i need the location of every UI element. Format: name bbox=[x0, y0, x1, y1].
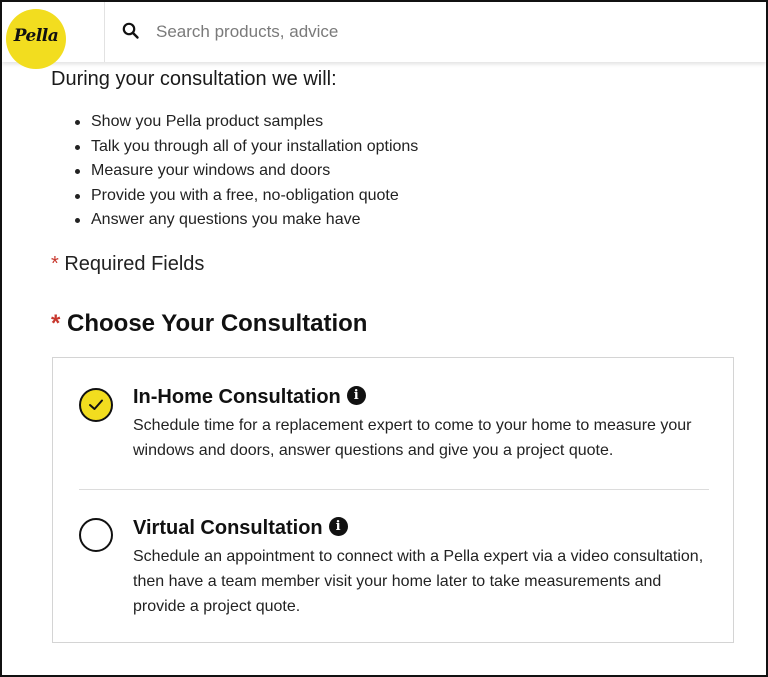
page-frame: Pella During your consultation we will: … bbox=[0, 0, 768, 677]
required-fields-note: * Required Fields bbox=[51, 253, 204, 276]
site-header: Pella bbox=[2, 2, 766, 69]
checkmark-icon bbox=[89, 399, 103, 410]
choose-consultation-label: Choose Your Consultation bbox=[67, 310, 368, 337]
search-icon[interactable] bbox=[121, 21, 141, 41]
in-home-consultation-option[interactable]: In-Home Consultation i Schedule time for … bbox=[53, 358, 733, 489]
logo-wordmark: Pella bbox=[13, 26, 59, 46]
list-item: Show you Pella product samples bbox=[75, 110, 418, 135]
logo-area[interactable]: Pella bbox=[2, 2, 105, 69]
search-input[interactable] bbox=[150, 16, 722, 48]
option-title-text: Virtual Consultation bbox=[133, 517, 323, 539]
required-asterisk: * bbox=[51, 253, 59, 275]
virtual-radio-button[interactable] bbox=[79, 518, 113, 552]
info-icon[interactable]: i bbox=[328, 517, 348, 537]
in-home-radio-button[interactable] bbox=[79, 388, 113, 422]
consultation-intro-heading: During your consultation we will: bbox=[51, 68, 337, 90]
required-asterisk: * bbox=[51, 310, 61, 337]
list-item: Talk you through all of your installatio… bbox=[75, 135, 418, 160]
list-item: Answer any questions you make have bbox=[75, 208, 418, 233]
list-item: Measure your windows and doors bbox=[75, 159, 418, 184]
option-title: Virtual Consultation i bbox=[133, 517, 348, 540]
option-title: In-Home Consultation i bbox=[133, 386, 366, 409]
option-title-text: In-Home Consultation bbox=[133, 386, 341, 408]
pella-logo[interactable]: Pella bbox=[6, 9, 66, 69]
virtual-consultation-option[interactable]: Virtual Consultation i Schedule an appoin… bbox=[53, 489, 733, 642]
consultation-benefits-list: Show you Pella product samples Talk you … bbox=[75, 110, 418, 233]
list-item: Provide you with a free, no-obligation q… bbox=[75, 184, 418, 209]
consultation-options-group: In-Home Consultation i Schedule time for … bbox=[52, 357, 734, 643]
required-fields-label: Required Fields bbox=[64, 253, 205, 275]
choose-consultation-heading: * Choose Your Consultation bbox=[51, 310, 367, 338]
option-description: Schedule an appointment to connect with … bbox=[133, 548, 704, 615]
option-description: Schedule time for a replacement expert t… bbox=[133, 417, 692, 459]
info-icon[interactable]: i bbox=[346, 386, 366, 406]
